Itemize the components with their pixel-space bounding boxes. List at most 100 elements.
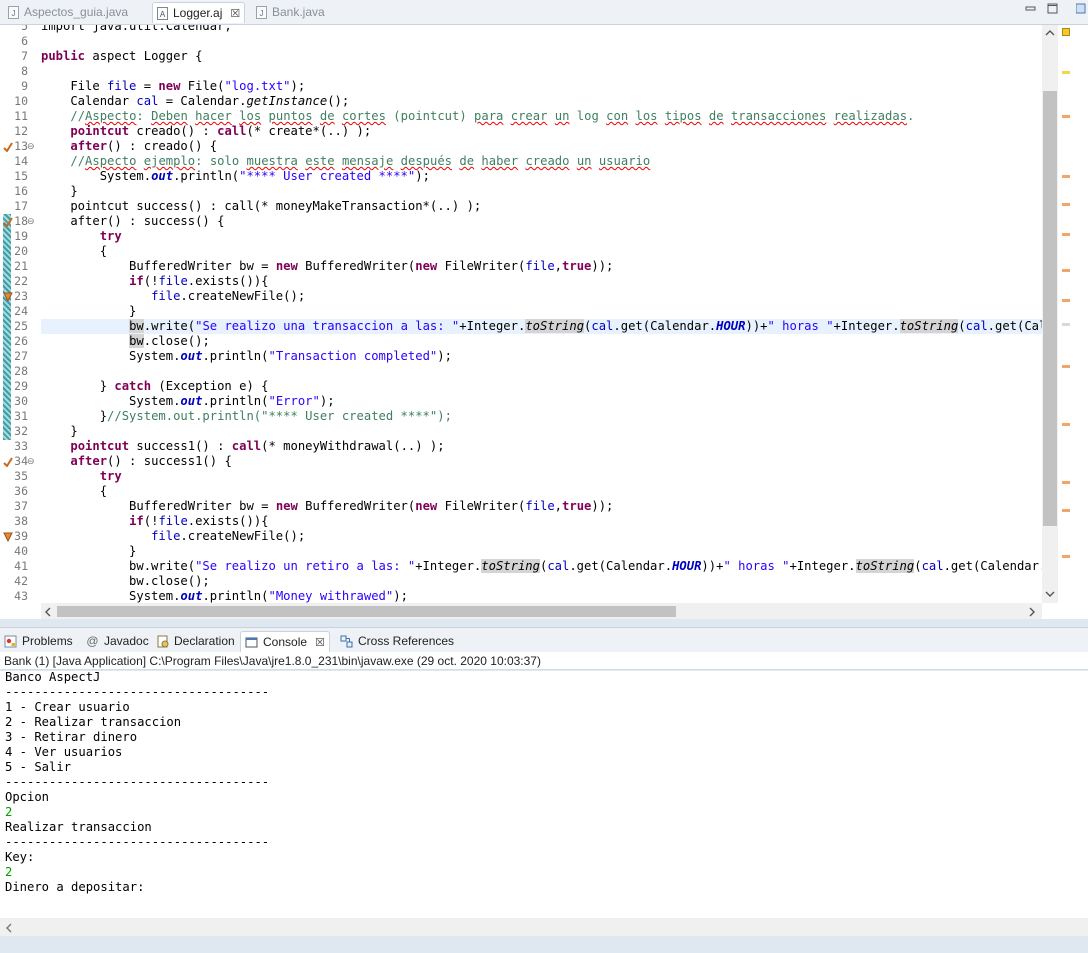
perspective-icon[interactable]: [1076, 3, 1086, 14]
code-line[interactable]: after() : creado() {: [41, 139, 1042, 154]
code-line[interactable]: Calendar cal = Calendar.getInstance();: [41, 94, 1042, 109]
advised-call-marker-icon[interactable]: [3, 292, 13, 302]
code-line[interactable]: pointcut creado() : call(* create*(..) )…: [41, 124, 1042, 139]
line-number: 10: [14, 94, 28, 108]
code-line[interactable]: //Aspecto ejemplo: solo muestra este men…: [41, 154, 1042, 169]
minimize-icon[interactable]: [1025, 3, 1036, 14]
overview-marker[interactable]: [1062, 203, 1070, 206]
scroll-left-icon[interactable]: [44, 607, 52, 617]
advice-marker-icon[interactable]: [3, 217, 13, 227]
fold-collapse-icon[interactable]: ⊖: [27, 456, 35, 467]
line-number: 23: [14, 289, 28, 303]
code-line[interactable]: [41, 64, 1042, 79]
editor-tab-logger[interactable]: A Logger.aj ☒: [152, 2, 246, 23]
overview-marker[interactable]: [1062, 555, 1070, 558]
code-line[interactable]: if(!file.exists()){: [41, 274, 1042, 289]
code-line[interactable]: bw.write("Se realizo una transaccion a l…: [41, 319, 1042, 334]
tab-problems[interactable]: Problems: [4, 631, 73, 651]
console-horizontal-scrollbar[interactable]: [0, 918, 1088, 936]
console-output[interactable]: Banco AspectJ ---------------------------…: [0, 671, 1088, 918]
scroll-right-icon[interactable]: [1028, 607, 1036, 617]
fold-collapse-icon[interactable]: ⊖: [27, 216, 35, 227]
tab-cross-references[interactable]: Cross References: [340, 631, 454, 651]
code-line[interactable]: pointcut success1() : call(* moneyWithdr…: [41, 439, 1042, 454]
code-line[interactable]: file.createNewFile();: [41, 289, 1042, 304]
line-number: 22: [14, 274, 28, 288]
overview-marker[interactable]: [1062, 423, 1070, 426]
fold-collapse-icon[interactable]: ⊖: [27, 141, 35, 152]
code-line[interactable]: }: [41, 544, 1042, 559]
code-line[interactable]: pointcut success() : call(* moneyMakeTra…: [41, 199, 1042, 214]
overview-marker[interactable]: [1062, 509, 1070, 512]
editor-vertical-scroll-thumb[interactable]: [1043, 91, 1057, 526]
code-line[interactable]: if(!file.exists()){: [41, 514, 1042, 529]
advised-call-marker-icon[interactable]: [3, 532, 13, 542]
code-line[interactable]: System.out.println("Transaction complete…: [41, 349, 1042, 364]
warning-summary-icon[interactable]: [1062, 28, 1070, 36]
tab-console[interactable]: Console ☒: [240, 631, 330, 652]
code-line[interactable]: }: [41, 304, 1042, 319]
editor-tab-aspectos-guia[interactable]: J Aspectos_guia.java: [8, 2, 128, 22]
scroll-up-icon[interactable]: [1045, 29, 1055, 37]
advice-marker-icon[interactable]: [3, 457, 13, 467]
line-number: 30: [14, 394, 28, 408]
code-line[interactable]: System.out.println("Money withrawed");: [41, 589, 1042, 603]
code-line[interactable]: bw.close();: [41, 334, 1042, 349]
java-file-icon: J: [256, 5, 267, 19]
code-line[interactable]: [41, 364, 1042, 379]
line-number: 24: [14, 304, 28, 318]
tab-declaration[interactable]: Declaration: [156, 631, 235, 651]
code-line[interactable]: file.createNewFile();: [41, 529, 1042, 544]
code-line[interactable]: BufferedWriter bw = new BufferedWriter(n…: [41, 259, 1042, 274]
code-line[interactable]: File file = new File("log.txt");: [41, 79, 1042, 94]
editor-horizontal-scroll-thumb[interactable]: [57, 606, 676, 617]
overview-ruler[interactable]: [1058, 25, 1088, 619]
code-line[interactable]: }//System.out.println("**** User created…: [41, 409, 1042, 424]
code-line[interactable]: System.out.println("**** User created **…: [41, 169, 1042, 184]
code-line[interactable]: bw.close();: [41, 574, 1042, 589]
code-line[interactable]: //Aspecto: Deben hacer los puntos de cor…: [41, 109, 1042, 124]
editor-tab-bank[interactable]: J Bank.java: [256, 2, 325, 22]
code-line[interactable]: after() : success() {: [41, 214, 1042, 229]
close-tab-icon[interactable]: ☒: [230, 7, 240, 20]
overview-marker[interactable]: [1062, 175, 1070, 178]
java-file-icon: J: [8, 5, 19, 19]
code-line[interactable]: import java.util.Calendar;: [41, 25, 1042, 34]
tab-javadoc[interactable]: @ Javadoc: [86, 631, 148, 651]
code-line[interactable]: System.out.println("Error");: [41, 394, 1042, 409]
code-line[interactable]: bw.write("Se realizo un retiro a las: "+…: [41, 559, 1042, 574]
code-line[interactable]: after() : success1() {: [41, 454, 1042, 469]
editor-vertical-scrollbar[interactable]: [1042, 25, 1058, 603]
javadoc-icon: @: [86, 633, 99, 648]
overview-marker[interactable]: [1062, 115, 1070, 118]
code-line[interactable]: try: [41, 229, 1042, 244]
scroll-left-icon[interactable]: [5, 923, 13, 933]
code-line[interactable]: }: [41, 424, 1042, 439]
overview-marker[interactable]: [1062, 481, 1070, 484]
editor-horizontal-scrollbar[interactable]: [41, 603, 1042, 619]
code-line[interactable]: {: [41, 244, 1042, 259]
code-line[interactable]: BufferedWriter bw = new BufferedWriter(n…: [41, 499, 1042, 514]
code-line[interactable]: }: [41, 184, 1042, 199]
code-line[interactable]: [41, 34, 1042, 49]
overview-marker[interactable]: [1062, 365, 1070, 368]
console-output-line: 1 - Crear usuario: [5, 700, 130, 714]
line-number: 31: [14, 409, 28, 423]
code-line[interactable]: public aspect Logger {: [41, 49, 1042, 64]
overview-marker[interactable]: [1062, 269, 1070, 272]
code-area[interactable]: import java.util.Calendar; public aspect …: [41, 25, 1042, 603]
code-line[interactable]: } catch (Exception e) {: [41, 379, 1042, 394]
maximize-icon[interactable]: [1047, 3, 1058, 14]
line-number-gutter: 5 6 7 8 9 10 11 12 13 ⊖ 14 15 16 17 18 ⊖ 19 20 21 22 23 24 25 2…: [0, 25, 38, 603]
overview-marker[interactable]: [1062, 299, 1070, 302]
console-output-line: ------------------------------------: [5, 685, 270, 699]
close-tab-icon[interactable]: ☒: [315, 636, 325, 649]
advice-marker-icon[interactable]: [3, 142, 13, 152]
overview-marker[interactable]: [1062, 323, 1070, 326]
code-line[interactable]: try: [41, 469, 1042, 484]
code-line[interactable]: {: [41, 484, 1042, 499]
code-editor[interactable]: 5 6 7 8 9 10 11 12 13 ⊖ 14 15 16 17 18 ⊖ 19 20 21 22 23 24 25 2…: [0, 25, 1088, 619]
overview-marker[interactable]: [1062, 71, 1070, 74]
overview-marker[interactable]: [1062, 233, 1070, 236]
scroll-down-icon[interactable]: [1045, 590, 1055, 598]
